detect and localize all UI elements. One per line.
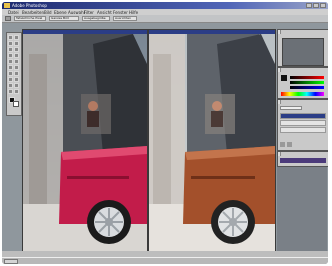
color-panel (277, 67, 328, 99)
magic-wand-tool-icon[interactable] (14, 41, 19, 46)
hand-tool-icon[interactable] (8, 89, 13, 94)
gradient-tool-icon[interactable] (14, 65, 19, 70)
red-slider[interactable] (290, 76, 324, 79)
car-photo-red-image (23, 34, 147, 252)
print-size-button[interactable]: Ausgabegröße (82, 16, 110, 21)
layer-row[interactable] (280, 127, 326, 133)
background-color-swatch[interactable] (13, 101, 19, 107)
actual-pixels-button[interactable]: Tatsächliche Pixel (14, 16, 46, 21)
new-layer-icon[interactable] (280, 142, 285, 147)
maximize-button[interactable] (313, 3, 319, 8)
type-tool-icon[interactable] (8, 77, 13, 82)
zoom-tool-icon (5, 16, 11, 21)
history-panel (277, 151, 328, 167)
start-button[interactable] (4, 259, 18, 264)
brush-tool-icon[interactable] (14, 53, 19, 58)
fit-on-screen-button[interactable]: Ganzes Bild (49, 16, 79, 21)
blue-slider[interactable] (290, 86, 324, 89)
green-slider[interactable] (290, 81, 324, 84)
layer-row[interactable] (280, 120, 326, 126)
color-ramp[interactable] (281, 92, 324, 96)
app-titlebar: Adobe Photoshop (2, 2, 328, 9)
car-photo-orange (149, 34, 275, 252)
app-title: Adobe Photoshop (12, 3, 47, 8)
toolbox-panel (6, 32, 22, 116)
navigator-thumbnail[interactable] (282, 38, 324, 66)
tab-color[interactable] (278, 68, 281, 72)
document-window-edited[interactable] (148, 29, 276, 253)
shape-tool-icon[interactable] (8, 83, 13, 88)
car-photo-red (23, 34, 147, 252)
tab-history[interactable] (278, 152, 281, 156)
navigator-panel (277, 29, 328, 67)
dodge-tool-icon[interactable] (8, 71, 13, 76)
minimize-button[interactable] (306, 3, 312, 8)
path-selection-tool-icon[interactable] (14, 77, 19, 82)
history-brush-tool-icon[interactable] (14, 59, 19, 64)
marquee-tool-icon[interactable] (8, 35, 13, 40)
history-state-active[interactable] (280, 158, 326, 163)
layers-panel (277, 99, 328, 151)
healing-brush-tool-icon[interactable] (8, 53, 13, 58)
tab-layers[interactable] (278, 100, 281, 104)
lasso-tool-icon[interactable] (8, 41, 13, 46)
car-photo-orange-image (149, 34, 275, 252)
close-button[interactable] (320, 3, 326, 8)
monitor-screen: Adobe Photoshop Datei Bearbeiten Bild Eb… (2, 2, 328, 264)
options-bar: Tatsächliche Pixel Ganzes Bild Ausgabegr… (2, 15, 328, 23)
photoshop-app-icon (4, 3, 10, 8)
foreground-color-chip[interactable] (281, 75, 287, 81)
workspace-background (277, 167, 327, 251)
tab-navigator[interactable] (278, 30, 281, 34)
layer-row-active[interactable] (280, 113, 326, 119)
trash-icon[interactable] (287, 142, 292, 147)
blend-mode-select[interactable] (280, 106, 302, 110)
clone-stamp-tool-icon[interactable] (8, 59, 13, 64)
taskbar (2, 257, 328, 264)
document-window-original[interactable] (22, 29, 148, 253)
zoom-tool-icon[interactable] (14, 89, 19, 94)
pen-tool-icon[interactable] (14, 71, 19, 76)
move-tool-icon[interactable] (14, 35, 19, 40)
eraser-tool-icon[interactable] (8, 65, 13, 70)
arrange-button[interactable]: Ausrichten (113, 16, 137, 21)
notes-tool-icon[interactable] (14, 83, 19, 88)
crop-tool-icon[interactable] (8, 47, 13, 52)
slice-tool-icon[interactable] (14, 47, 19, 52)
